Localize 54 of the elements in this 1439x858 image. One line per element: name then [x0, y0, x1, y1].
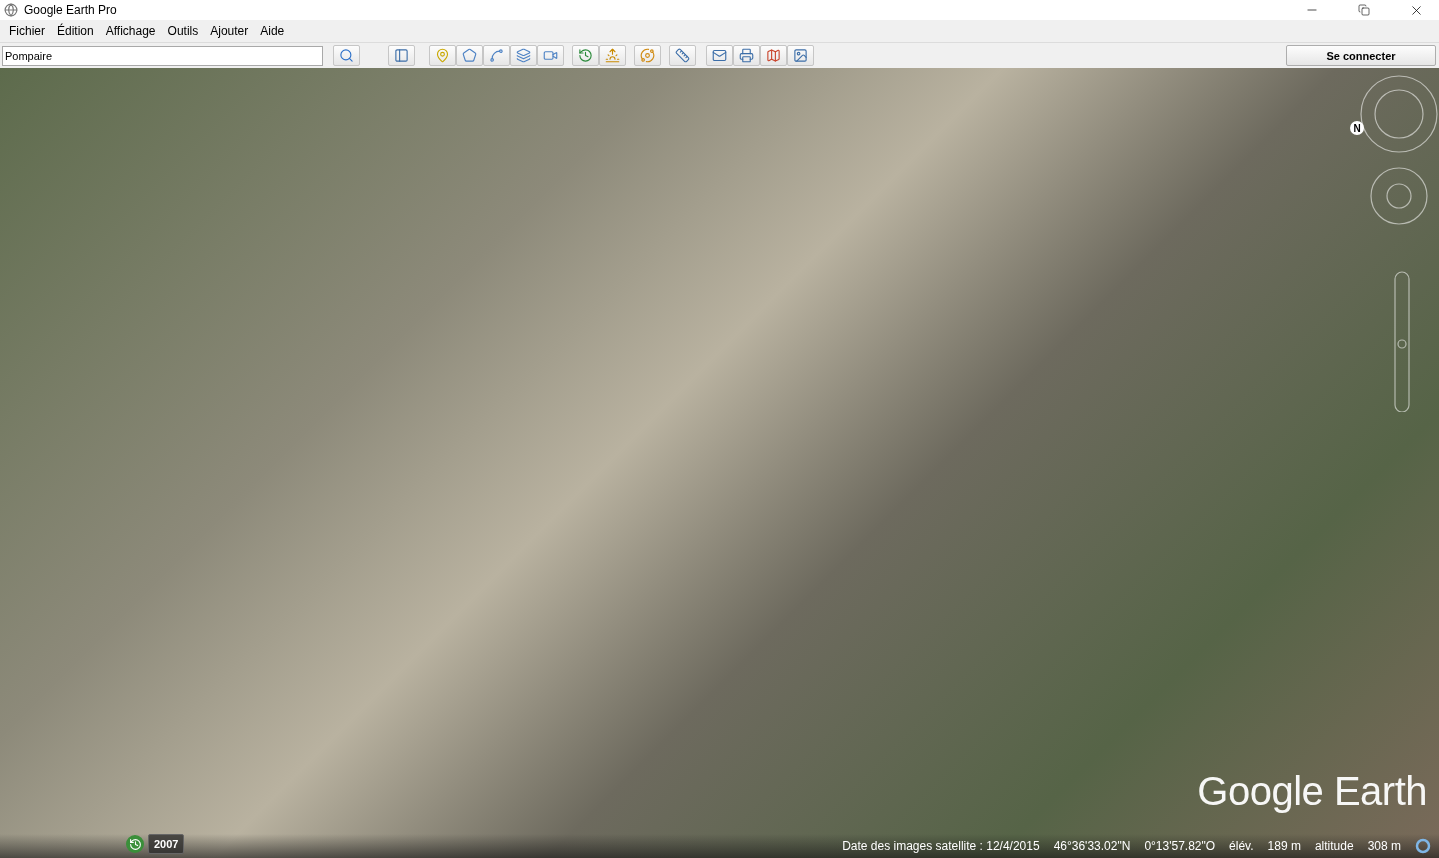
clock-icon — [128, 837, 142, 851]
menu-item[interactable]: Outils — [161, 24, 205, 38]
ruler-icon — [675, 48, 690, 63]
email-button[interactable] — [706, 45, 733, 66]
polygon-icon — [462, 48, 477, 63]
sunlight-button[interactable] — [599, 45, 626, 66]
search-button[interactable] — [333, 45, 360, 66]
envelope-icon — [712, 48, 727, 63]
layers-icon — [516, 48, 531, 63]
google-earth-logo: Google Earth — [1197, 769, 1427, 814]
latitude: 46°36'33.02"N — [1053, 839, 1131, 853]
altitude: 308 m — [1367, 839, 1401, 853]
search-field[interactable]: Pompaire — [2, 45, 323, 66]
north-indicator[interactable]: N — [1350, 121, 1364, 135]
menu-item[interactable]: Édition — [51, 24, 100, 38]
planet-button[interactable] — [634, 45, 661, 66]
overlay-button[interactable] — [510, 45, 537, 66]
path-icon — [489, 48, 504, 63]
sidebar-toggle-button[interactable] — [388, 45, 415, 66]
restore-icon — [1358, 4, 1370, 16]
menu-item[interactable]: Aide — [254, 24, 291, 38]
historical-imagery-button[interactable] — [572, 45, 599, 66]
sidebar-icon — [394, 48, 409, 63]
menu-item[interactable]: Fichier — [3, 24, 51, 38]
pin-icon — [435, 48, 450, 63]
historical-clock-button[interactable] — [126, 835, 144, 853]
path-button[interactable] — [483, 45, 510, 66]
placemark-button[interactable] — [429, 45, 456, 66]
print-button[interactable] — [733, 45, 760, 66]
view-in-maps-button[interactable] — [760, 45, 787, 66]
historical-year-button[interactable]: 2007 — [148, 834, 185, 854]
elevation-label: élév. — [1229, 839, 1254, 853]
ruler-button[interactable] — [669, 45, 696, 66]
longitude: 0°13'57.82"O — [1144, 839, 1216, 853]
menu-item[interactable]: Ajouter — [204, 24, 255, 38]
imagery-date: Date des images satellite : 12/4/2015 — [842, 839, 1040, 853]
record-tour-button[interactable] — [537, 45, 564, 66]
save-image-button[interactable] — [787, 45, 814, 66]
menu-item[interactable]: Affichage — [99, 24, 162, 38]
sign-in-button[interactable]: Se connecter — [1286, 45, 1436, 66]
sunrise-icon — [605, 48, 620, 63]
search-icon — [339, 48, 354, 63]
elevation: 189 m — [1267, 839, 1301, 853]
map-icon — [766, 48, 781, 63]
app-logo-icon — [4, 3, 18, 17]
image-icon — [793, 48, 808, 63]
clock-icon — [578, 48, 593, 63]
polygon-button[interactable] — [456, 45, 483, 66]
loading-ring-icon — [1415, 838, 1431, 854]
altitude-label: altitude — [1314, 839, 1354, 853]
window-title: Google Earth Pro — [24, 3, 118, 17]
video-camera-icon — [543, 48, 558, 63]
printer-icon — [739, 48, 754, 63]
planet-icon — [640, 48, 655, 63]
